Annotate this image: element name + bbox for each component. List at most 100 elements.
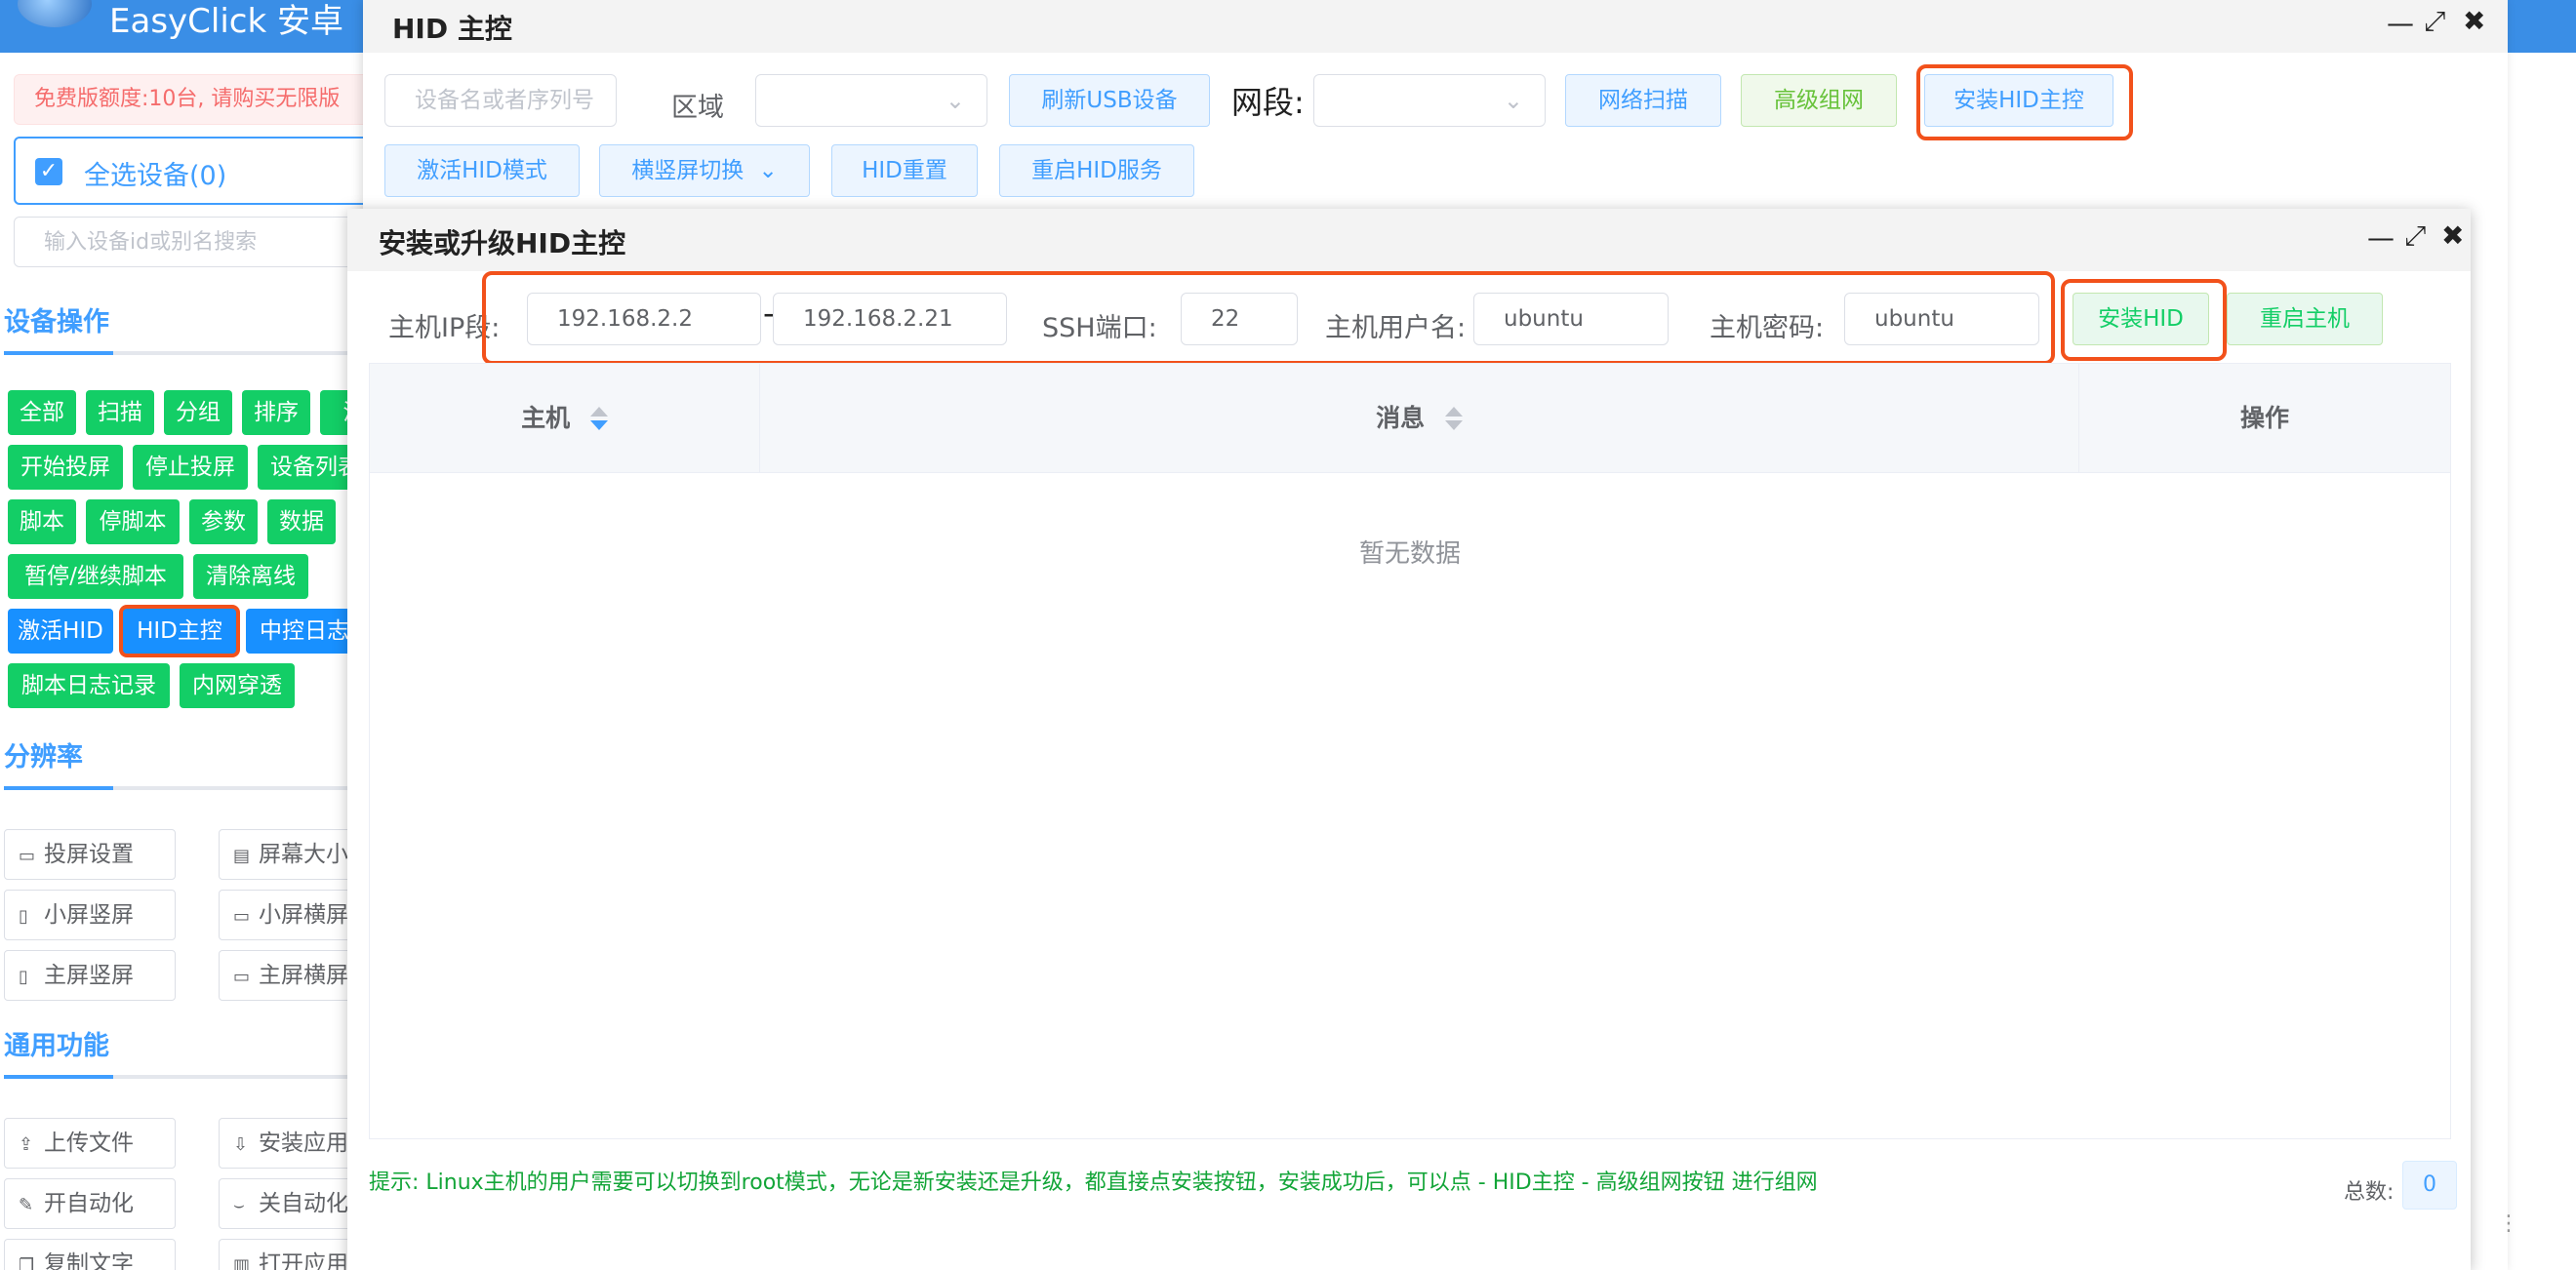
main-portrait-button[interactable]: ▯ 主屏竖屏 [4, 950, 176, 1001]
table-empty-text: 暂无数据 [1358, 539, 1461, 569]
op-script-log-button[interactable]: 脚本日志记录 [8, 663, 170, 708]
small-portrait-label: 小屏竖屏 [44, 902, 134, 928]
hid-reset-button[interactable]: HID重置 [831, 144, 978, 197]
install-dialog-titlebar: 安装或升级HID主控 — ⤢ ✖ [347, 209, 2471, 271]
column-action-header: 操作 [2239, 404, 2289, 432]
table-header: 主机 消息 操作 [370, 364, 2450, 473]
highlight-box [2061, 279, 2227, 361]
device-search-input[interactable] [14, 217, 371, 267]
column-message-label: 消息 [1376, 404, 1426, 432]
phone-portrait-icon: ▯ [19, 967, 28, 987]
hid-dialog-titlebar: HID 主控 — ⤢ ✖ [363, 0, 2508, 53]
op-scan-button[interactable]: 扫描 [86, 390, 154, 435]
copy-icon: ❐ [19, 1255, 35, 1270]
upload-file-label: 上传文件 [44, 1131, 134, 1156]
total-label: 总数: [2344, 1180, 2395, 1205]
upload-file-button[interactable]: ⇪ 上传文件 [4, 1118, 176, 1169]
enable-automation-label: 开自动化 [44, 1191, 134, 1216]
install-app-label: 安装应用 [259, 1131, 348, 1156]
highlight-box [1916, 64, 2133, 140]
op-sort-button[interactable]: 排序 [242, 390, 310, 435]
small-portrait-button[interactable]: ▯ 小屏竖屏 [4, 890, 176, 940]
phone-landscape-icon: ▭ [233, 906, 251, 927]
free-quota-alert: 免费版额度:10台, 请购买无限版 [14, 74, 371, 125]
copy-text-label: 复制文字 [44, 1251, 134, 1270]
region-label: 区域 [671, 93, 724, 123]
main-portrait-label: 主屏竖屏 [44, 963, 134, 988]
mirror-settings-label: 投屏设置 [44, 842, 134, 867]
op-pause-resume-button[interactable]: 暂停/继续脚本 [8, 554, 183, 599]
checkbox-checked-icon[interactable]: ✓ [35, 158, 62, 185]
install-dialog-title: 安装或升级HID主控 [379, 227, 626, 259]
op-all-button[interactable]: 全部 [8, 390, 76, 435]
eye-closed-icon: ⌣ [233, 1195, 245, 1215]
segment-select[interactable]: ⌄ [1313, 74, 1546, 127]
op-data-button[interactable]: 数据 [267, 499, 336, 544]
op-control-log-button[interactable]: 中控日志 [246, 609, 363, 654]
app-title: EasyClick 安卓 [109, 2, 343, 41]
activate-hid-mode-button[interactable]: 激活HID模式 [384, 144, 580, 197]
sort-icon[interactable] [588, 405, 608, 434]
column-message-header[interactable]: 消息 [760, 364, 2079, 473]
enable-automation-button[interactable]: ✎ 开自动化 [4, 1178, 176, 1229]
op-hid-master-button[interactable]: HID主控 [123, 609, 236, 654]
section-divider [4, 1075, 371, 1079]
section-common: 通用功能 [4, 1031, 109, 1061]
section-divider [4, 786, 371, 790]
app-logo [18, 0, 92, 27]
window-close-icon[interactable]: ✖ [2463, 8, 2485, 35]
orientation-switch-button[interactable]: 横竖屏切换 ⌄ [599, 144, 810, 197]
orientation-switch-label: 横竖屏切换 [631, 158, 745, 183]
column-host-label: 主机 [521, 404, 571, 432]
window-minimize-icon[interactable]: — [2387, 10, 2414, 37]
monitor-icon: ▭ [19, 846, 36, 866]
op-script-button[interactable]: 脚本 [8, 499, 76, 544]
window-maximize-icon[interactable]: ⤢ [2404, 222, 2426, 250]
install-icon: ⇩ [233, 1134, 249, 1155]
main-landscape-label: 主屏横屏 [259, 963, 348, 988]
window-close-icon[interactable]: ✖ [2441, 222, 2464, 250]
region-select[interactable]: ⌄ [755, 74, 987, 127]
host-result-table: 主机 消息 操作 暂无数据 [369, 363, 2451, 1139]
left-panel: 免费版额度:10台, 请购买无限版 ✓ 全选设备(0) 设备操作 全部 扫描 分… [0, 53, 371, 1270]
op-stop-mirror-button[interactable]: 停止投屏 [133, 445, 248, 490]
refresh-usb-button[interactable]: 刷新USB设备 [1009, 74, 1210, 127]
section-divider [4, 351, 371, 355]
screen-size-label: 屏幕大小 [259, 842, 348, 867]
segment-label: 网段: [1231, 84, 1305, 121]
resize-grip-icon[interactable]: ⋮ [2498, 1213, 2519, 1258]
column-host-header[interactable]: 主机 [370, 364, 760, 473]
chevron-down-icon: ⌄ [1503, 87, 1523, 114]
mirror-settings-button[interactable]: ▭ 投屏设置 [4, 829, 176, 880]
screen-icon: ▤ [233, 846, 251, 866]
op-intranet-tunnel-button[interactable]: 内网穿透 [180, 663, 295, 708]
open-app-label: 打开应用 [259, 1251, 348, 1270]
select-all-label: 全选设备(0) [84, 161, 227, 191]
restart-hid-service-button[interactable]: 重启HID服务 [999, 144, 1194, 197]
total-count: 0 [2402, 1161, 2457, 1210]
op-params-button[interactable]: 参数 [189, 499, 258, 544]
install-tip-text: 提示: Linux主机的用户需要可以切换到root模式，无论是新安装还是升级，都… [369, 1171, 1818, 1195]
phone-portrait-icon: ▯ [19, 906, 28, 927]
open-app-icon: ▥ [233, 1255, 251, 1270]
disable-automation-label: 关自动化 [259, 1191, 348, 1216]
phone-landscape-icon: ▭ [233, 967, 251, 987]
network-scan-button[interactable]: 网络扫描 [1565, 74, 1721, 127]
upload-icon: ⇪ [19, 1134, 34, 1155]
select-all-devices[interactable]: ✓ 全选设备(0) [14, 137, 371, 205]
op-clear-offline-button[interactable]: 清除离线 [193, 554, 308, 599]
device-name-input[interactable] [384, 74, 617, 127]
window-maximize-icon[interactable]: ⤢ [2424, 8, 2445, 35]
copy-text-button[interactable]: ❐ 复制文字 [4, 1239, 176, 1270]
op-group-button[interactable]: 分组 [164, 390, 232, 435]
op-activate-hid-button[interactable]: 激活HID [8, 609, 113, 654]
chevron-down-icon: ⌄ [945, 87, 965, 114]
section-resolution: 分辨率 [4, 742, 83, 773]
advanced-network-button[interactable]: 高级组网 [1741, 74, 1897, 127]
op-stop-script-button[interactable]: 停脚本 [86, 499, 180, 544]
sort-icon[interactable] [1443, 405, 1463, 434]
window-minimize-icon[interactable]: — [2367, 224, 2395, 252]
restart-host-button[interactable]: 重启主机 [2227, 293, 2383, 345]
op-start-mirror-button[interactable]: 开始投屏 [8, 445, 123, 490]
install-hid-dialog: 安装或升级HID主控 — ⤢ ✖ 主机IP段: - SSH端口: 主机用户名: … [347, 209, 2471, 1270]
